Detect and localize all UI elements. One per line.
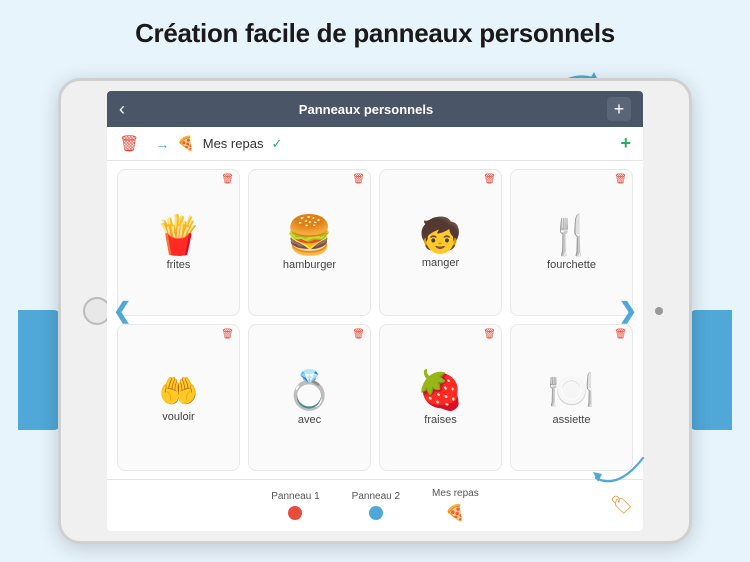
item-trash-assiette[interactable]: 🗑 [614, 329, 627, 340]
tag-icon[interactable]: 🏷 [610, 495, 633, 516]
tab-panneau1[interactable]: Panneau 1 [255, 491, 335, 520]
tab-panneau1-label: Panneau 1 [271, 491, 319, 502]
nav-plus-button[interactable]: + [607, 97, 631, 121]
frites-label: frites [167, 259, 191, 271]
edit-trash-icon[interactable]: 🗑 [119, 134, 139, 154]
tab-panneau1-dot [288, 506, 302, 520]
assiette-icon: 🍽️ [548, 372, 595, 410]
nav-bar-title: Panneaux personnels [299, 102, 433, 117]
edit-check-icon[interactable]: ✓ [271, 136, 282, 152]
item-trash-avec[interactable]: 🗑 [352, 329, 365, 340]
item-trash-fraises[interactable]: 🗑 [483, 329, 496, 340]
item-trash-vouloir[interactable]: 🗑 [221, 329, 234, 340]
hamburger-icon: 🍔 [286, 217, 333, 255]
ipad-right-dot [655, 307, 663, 315]
vouloir-icon: 🤲 [159, 375, 199, 407]
grid-item-vouloir[interactable]: 🗑 🤲 vouloir [117, 324, 240, 471]
tab-panneau2-dot [369, 506, 383, 520]
grid-item-manger[interactable]: 🗑 🧒 manger [379, 169, 502, 316]
nav-left-arrow[interactable]: ❮ [113, 298, 131, 324]
blue-left-accent [18, 310, 60, 430]
fraises-label: fraises [424, 414, 456, 426]
blue-right-accent [690, 310, 732, 430]
tab-bar: Panneau 1 Panneau 2 Mes repas 🍕 🏷 [107, 479, 643, 531]
nav-bar: ‹ Panneaux personnels + [107, 91, 643, 127]
tab-panneau2[interactable]: Panneau 2 [336, 491, 416, 520]
bottom-annotation-arrow [588, 450, 648, 490]
item-grid: 🗑 🍟 frites 🗑 🍔 hamburger 🗑 🧒 manger 🗑 🍴 … [107, 161, 643, 479]
edit-pizza-icon: 🍕 [177, 135, 194, 152]
avec-label: avec [298, 414, 321, 426]
frites-icon: 🍟 [155, 217, 202, 255]
grid-item-hamburger[interactable]: 🗑 🍔 hamburger [248, 169, 371, 316]
hamburger-label: hamburger [283, 259, 336, 271]
edit-bar: 🗑 → 🍕 Mes repas ✓ + [107, 127, 643, 161]
manger-icon: 🧒 [419, 219, 461, 253]
fourchette-icon: 🍴 [548, 217, 595, 255]
fraises-icon: 🍓 [417, 372, 464, 410]
item-trash-fourchette[interactable]: 🗑 [614, 174, 627, 185]
ipad-screen: ‹ Panneaux personnels + 🗑 → 🍕 Mes repas … [107, 91, 643, 531]
grid-item-fraises[interactable]: 🗑 🍓 fraises [379, 324, 502, 471]
tab-mes-repas-label: Mes repas [432, 488, 479, 499]
grid-item-assiette[interactable]: 🗑 🍽️ assiette [510, 324, 633, 471]
edit-arrow-icon: → [155, 136, 169, 152]
grid-item-avec[interactable]: 🗑 💍 avec [248, 324, 371, 471]
item-trash-hamburger[interactable]: 🗑 [352, 174, 365, 185]
page-title: Création facile de panneaux personnels [0, 0, 750, 57]
tab-pizza-icon: 🍕 [445, 503, 465, 523]
item-trash-manger[interactable]: 🗑 [483, 174, 496, 185]
avec-icon: 💍 [286, 372, 333, 410]
edit-panel-name: Mes repas [203, 136, 264, 151]
tab-panneau2-label: Panneau 2 [352, 491, 400, 502]
manger-label: manger [422, 257, 459, 269]
vouloir-label: vouloir [162, 411, 194, 423]
grid-item-frites[interactable]: 🗑 🍟 frites [117, 169, 240, 316]
edit-add-item-button[interactable]: + [620, 133, 631, 154]
grid-item-fourchette[interactable]: 🗑 🍴 fourchette [510, 169, 633, 316]
fourchette-label: fourchette [547, 259, 596, 271]
assiette-label: assiette [553, 414, 591, 426]
nav-right-arrow[interactable]: ❯ [619, 298, 637, 324]
tab-mes-repas[interactable]: Mes repas 🍕 [416, 488, 495, 523]
nav-back-button[interactable]: ‹ [119, 99, 125, 120]
item-trash-frites[interactable]: 🗑 [221, 174, 234, 185]
